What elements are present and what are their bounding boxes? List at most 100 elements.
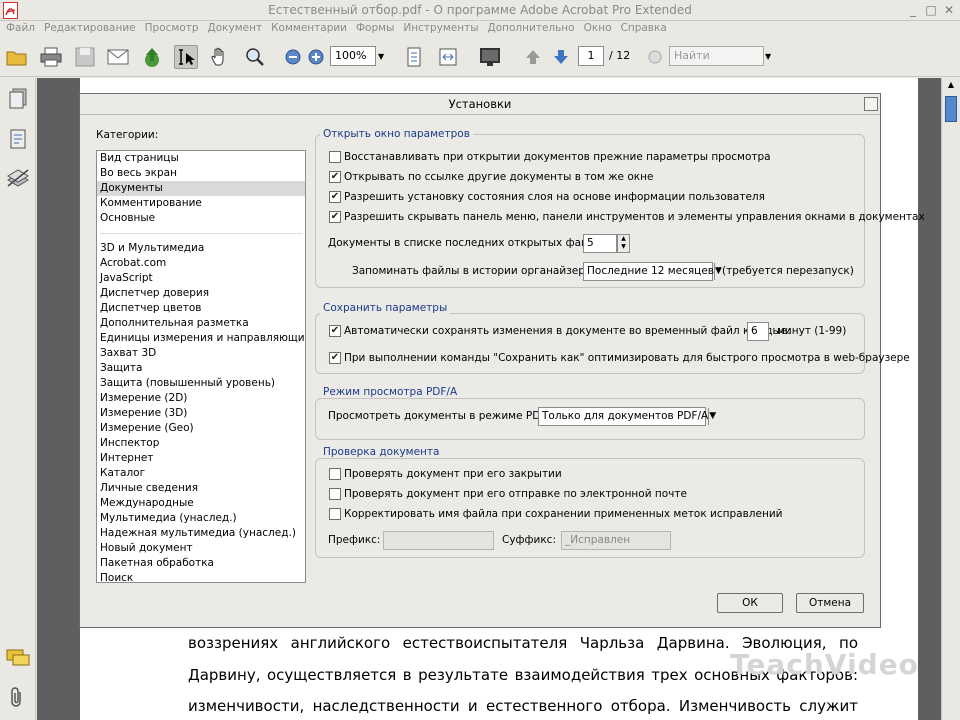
hand-tool-icon[interactable] [208, 45, 232, 69]
menu-help[interactable]: Справка [621, 21, 667, 36]
group-title: Проверка документа [320, 446, 443, 458]
category-item[interactable]: Защита [97, 361, 305, 376]
menu-file[interactable]: Файл [6, 21, 35, 36]
option-checkbox[interactable]: ✔ [329, 191, 341, 203]
menu-comments[interactable]: Комментарии [271, 21, 347, 36]
next-page-icon[interactable] [549, 45, 573, 69]
category-item[interactable]: Измерение (2D) [97, 391, 305, 406]
suffix-input[interactable]: _Исправлен [561, 531, 671, 550]
category-item[interactable]: Международные [97, 496, 305, 511]
option-checkbox[interactable]: ✔ [329, 171, 341, 183]
option-checkbox[interactable] [329, 468, 341, 480]
option-checkbox[interactable] [329, 508, 341, 520]
paperclip-icon[interactable] [8, 686, 26, 711]
zoom-in-icon[interactable] [304, 45, 328, 69]
upload-icon[interactable] [140, 45, 164, 69]
category-item[interactable]: Дополнительная разметка [97, 316, 305, 331]
pdfa-select[interactable]: Только для документов PDF/A ▼ [538, 407, 717, 426]
minimize-icon[interactable]: _ [904, 2, 922, 18]
category-item[interactable]: Во весь экран [97, 166, 305, 181]
categories-list[interactable]: Вид страницы Во весь экран Документы Коммен… [96, 150, 306, 583]
category-item[interactable]: Диспетчер доверия [97, 286, 305, 301]
recent-files-spinner[interactable]: ▲ ▼ [617, 234, 630, 253]
option-checkbox[interactable]: ✔ [329, 211, 341, 223]
category-item[interactable]: Надежная мультимедиа (унаслед.) [97, 526, 305, 541]
option-label: Разрешить установку состояния слоя на ос… [344, 191, 765, 203]
recent-files-input[interactable]: 5 [583, 234, 617, 253]
category-item[interactable]: Единицы измерения и направляющие [97, 331, 305, 346]
pages-icon[interactable] [8, 88, 28, 113]
zoom-out-icon[interactable] [281, 45, 305, 69]
select-tool-icon[interactable] [174, 45, 198, 69]
category-item[interactable]: Измерение (Geo) [97, 421, 305, 436]
category-item[interactable]: Новый документ [97, 541, 305, 556]
ok-button[interactable]: ОК [717, 593, 783, 613]
document-scrollbar[interactable]: ▲ [941, 78, 960, 720]
fit-width-icon[interactable] [436, 45, 460, 69]
option-label: Открывать по ссылке другие документы в т… [344, 171, 654, 183]
scroll-thumb[interactable] [945, 96, 957, 122]
category-item[interactable]: Вид страницы [97, 151, 305, 166]
menu-document[interactable]: Документ [208, 21, 263, 36]
menu-edit[interactable]: Редактирование [44, 21, 136, 36]
close-icon[interactable]: ✕ [940, 2, 958, 18]
category-item[interactable]: Защита (повышенный уровень) [97, 376, 305, 391]
autosave-checkbox[interactable]: ✔ [329, 325, 341, 337]
fit-page-icon[interactable] [402, 45, 426, 69]
find-icon[interactable] [643, 45, 667, 69]
category-item[interactable]: Измерение (3D) [97, 406, 305, 421]
email-icon[interactable] [106, 45, 130, 69]
attachments-icon[interactable] [8, 128, 28, 153]
layers-icon[interactable] [6, 168, 30, 191]
maximize-icon[interactable]: □ [922, 2, 940, 18]
full-screen-icon[interactable] [478, 45, 502, 69]
category-item[interactable]: 3D и Мультимедиа [97, 241, 305, 256]
menu-advanced[interactable]: Дополнительно [488, 21, 575, 36]
category-item[interactable]: Поиск [97, 571, 305, 582]
category-item[interactable]: Acrobat.com [97, 256, 305, 271]
chevron-down-icon[interactable]: ▼ [378, 52, 384, 61]
zoom-level-select[interactable]: 100% [330, 46, 376, 66]
open-folder-icon[interactable] [5, 45, 29, 69]
find-dropdown-icon[interactable]: ▼ [765, 52, 771, 61]
autosave-minutes-input[interactable]: 6 [747, 322, 769, 341]
category-item[interactable]: Каталог [97, 466, 305, 481]
scroll-up-icon[interactable]: ▲ [944, 80, 958, 94]
comments-icon[interactable] [6, 648, 30, 671]
menu-tools[interactable]: Инструменты [403, 21, 478, 36]
category-item[interactable]: Личные сведения [97, 481, 305, 496]
autosave-label: Автоматически сохранять изменения в доку… [344, 325, 791, 337]
zoom-tool-icon[interactable] [243, 45, 267, 69]
menu-view[interactable]: Просмотр [145, 21, 199, 36]
category-item[interactable]: Пакетная обработка [97, 556, 305, 571]
dialog-title: Установки [80, 94, 880, 115]
category-item[interactable]: Комментирование [97, 196, 305, 211]
find-input[interactable]: Найти [669, 46, 764, 66]
save-icon[interactable] [73, 45, 97, 69]
history-select[interactable]: Последние 12 месяцев ▼ [583, 262, 722, 281]
page-number-field[interactable]: 1 [578, 46, 604, 66]
category-item[interactable]: Документы [97, 181, 305, 196]
print-icon[interactable] [39, 45, 63, 69]
previous-page-icon[interactable] [521, 45, 545, 69]
option-checkbox[interactable] [329, 488, 341, 500]
dialog-close-icon[interactable] [864, 97, 878, 111]
category-item[interactable]: Захват 3D [97, 346, 305, 361]
cancel-button[interactable]: Отмена [796, 593, 864, 613]
chevron-down-icon[interactable]: ▼ [713, 263, 722, 280]
menu-window[interactable]: Окно [584, 21, 612, 36]
category-separator [97, 226, 305, 241]
category-item[interactable]: JavaScript [97, 271, 305, 286]
optimize-checkbox[interactable]: ✔ [329, 352, 341, 364]
chevron-down-icon[interactable]: ▼ [708, 408, 717, 425]
menu-bar: Файл Редактирование Просмотр Документ Ко… [0, 21, 960, 37]
prefix-input[interactable] [383, 531, 494, 550]
category-item[interactable]: Инспектор [97, 436, 305, 451]
category-item[interactable]: Основные [97, 211, 305, 226]
menu-forms[interactable]: Формы [356, 21, 394, 36]
category-item[interactable]: Интернет [97, 451, 305, 466]
category-item[interactable]: Диспетчер цветов [97, 301, 305, 316]
category-item[interactable]: Мультимедиа (унаслед.) [97, 511, 305, 526]
option-checkbox[interactable] [329, 151, 341, 163]
categories-scrollbar[interactable]: ▲ ▼ [305, 151, 306, 582]
